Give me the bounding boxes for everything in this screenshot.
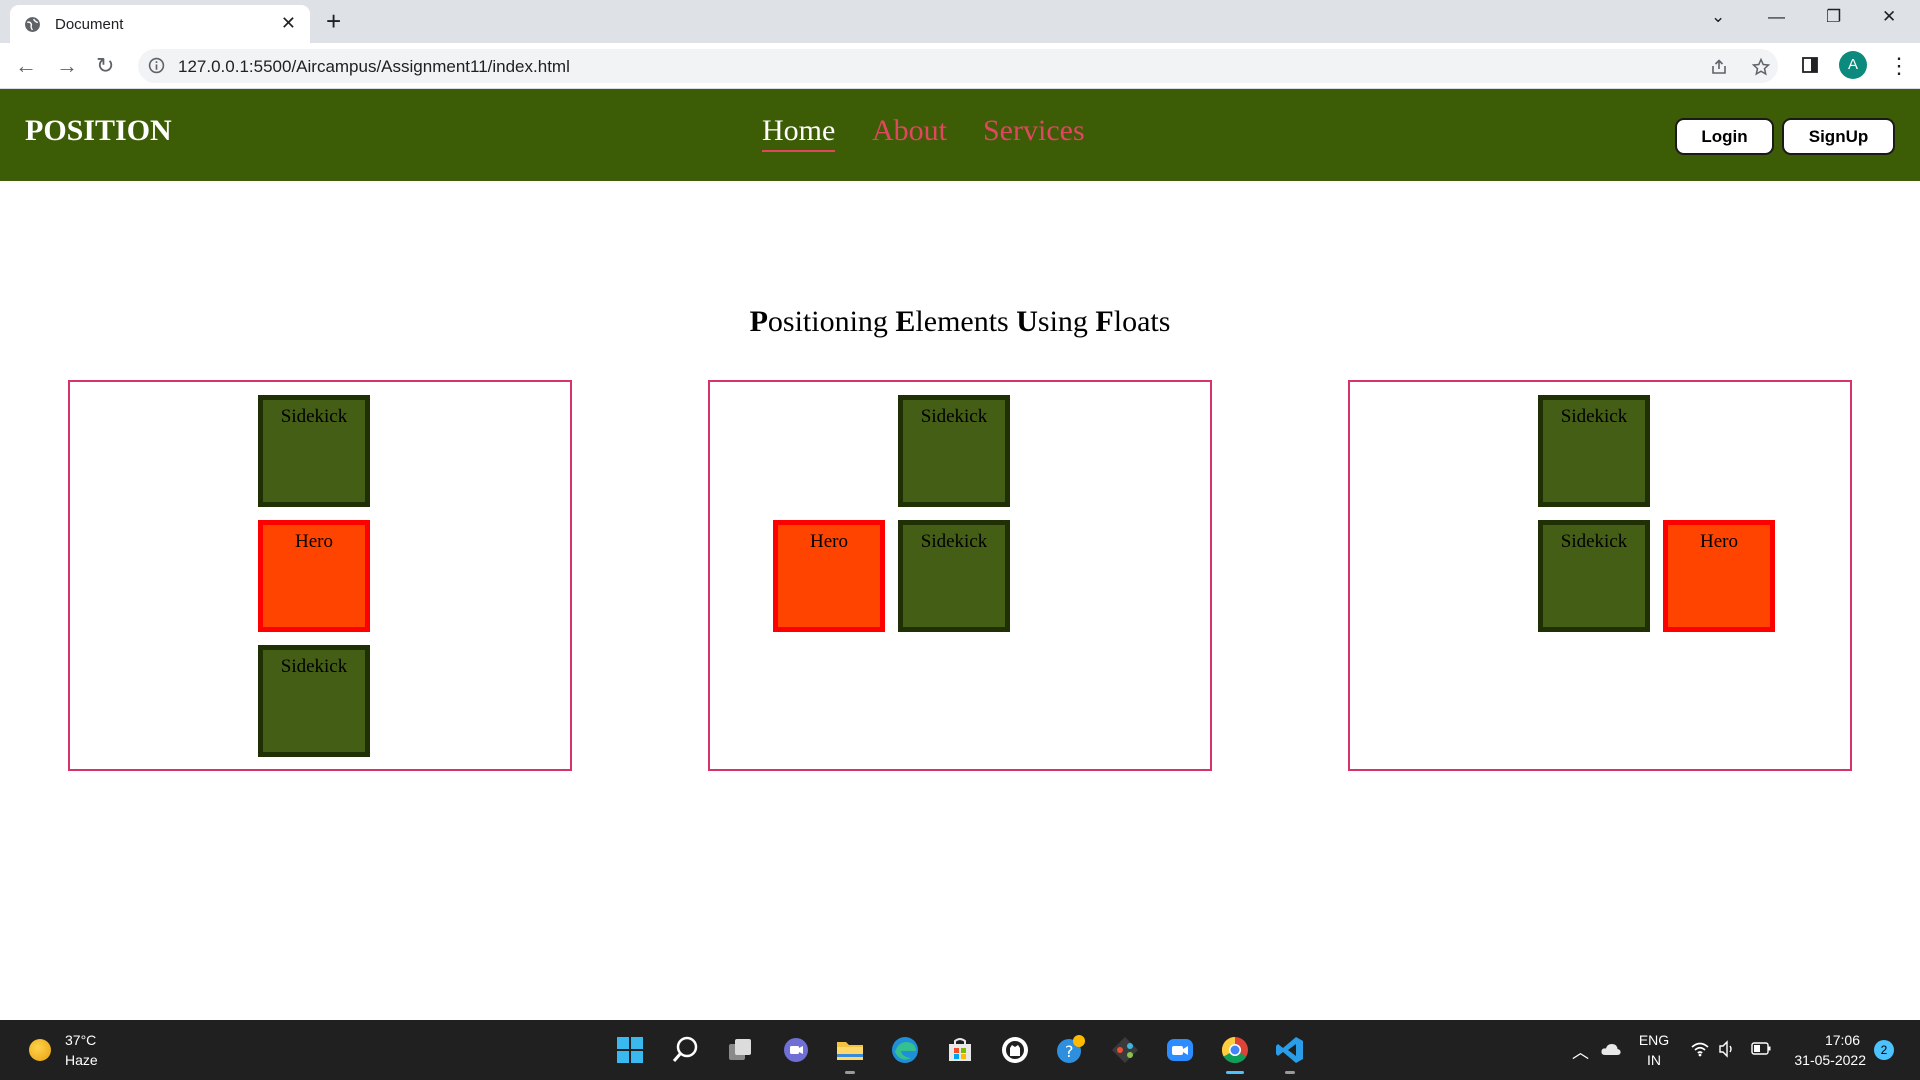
close-window-icon[interactable]: ✕ (1882, 7, 1896, 27)
region-indicator[interactable]: IN (1636, 1052, 1672, 1068)
tab-search-icon[interactable]: ⌄ (1711, 7, 1725, 27)
site-navbar: POSITION Home About Services Login SignU… (0, 89, 1920, 181)
volume-icon[interactable] (1718, 1040, 1736, 1058)
search-icon[interactable] (670, 1034, 702, 1066)
forward-icon[interactable]: → (56, 53, 78, 79)
microsoft-store-icon[interactable] (944, 1034, 976, 1066)
weather-sun-icon[interactable] (29, 1039, 51, 1061)
zoom-icon[interactable] (1164, 1034, 1196, 1066)
page-title: Positioning Elements Using Floats (0, 305, 1920, 339)
signup-button[interactable]: SignUp (1782, 118, 1895, 155)
clock-time[interactable]: 17:06 (1784, 1032, 1860, 1048)
browser-tab-strip: Document ✕ + ⌄ — ❐ ✕ (0, 0, 1920, 43)
url-text[interactable]: 127.0.0.1:5500/Aircampus/Assignment11/in… (178, 57, 570, 77)
github-desktop-icon[interactable] (999, 1034, 1031, 1066)
menu-kebab-icon[interactable]: ⋮ (1888, 53, 1910, 79)
taskbar: 37°C Haze ? ︿ ENG IN 17:06 31-05-2022 2 (0, 1020, 1920, 1080)
minimize-icon[interactable]: — (1768, 7, 1785, 27)
side-panel-icon[interactable] (1801, 56, 1819, 74)
title-fragment: ositioning (767, 305, 896, 338)
language-indicator[interactable]: ENG (1636, 1032, 1672, 1048)
close-tab-icon[interactable]: ✕ (281, 13, 296, 34)
edge-browser-icon[interactable] (889, 1034, 921, 1066)
address-bar-row: ← → ↻ 127.0.0.1:5500/Aircampus/Assignmen… (0, 43, 1920, 89)
chrome-icon[interactable] (1219, 1034, 1251, 1066)
task-view-icon[interactable] (724, 1034, 756, 1066)
sidekick-box: Sidekick (898, 520, 1010, 632)
profile-avatar[interactable]: A (1839, 51, 1867, 79)
nav-link-about[interactable]: About (872, 114, 947, 148)
title-fragment: sing (1037, 305, 1096, 338)
hero-box: Hero (258, 520, 370, 632)
weather-description[interactable]: Haze (65, 1052, 98, 1068)
svg-text:?: ? (1065, 1042, 1074, 1061)
float-demo-1: Sidekick Hero Sidekick (68, 380, 572, 771)
title-fragment: loats (1113, 305, 1171, 338)
bookmark-star-icon[interactable] (1752, 58, 1770, 76)
new-tab-icon[interactable]: + (326, 6, 341, 37)
hero-box: Hero (1663, 520, 1775, 632)
wifi-icon[interactable] (1691, 1041, 1709, 1057)
float-demo-2: Sidekick Hero Sidekick (708, 380, 1212, 771)
onedrive-cloud-icon[interactable] (1600, 1041, 1622, 1057)
title-initial: E (895, 305, 916, 338)
sidekick-box: Sidekick (258, 645, 370, 757)
nav-link-services[interactable]: Services (983, 114, 1085, 148)
title-initial: F (1095, 305, 1114, 338)
sidekick-box: Sidekick (898, 395, 1010, 507)
info-icon[interactable] (148, 57, 165, 74)
vscode-icon[interactable] (1274, 1034, 1306, 1066)
sidekick-box: Sidekick (258, 395, 370, 507)
windows-start-icon[interactable] (614, 1034, 646, 1066)
hero-box: Hero (773, 520, 885, 632)
sidekick-box: Sidekick (1538, 395, 1650, 507)
clock-date[interactable]: 31-05-2022 (1784, 1052, 1866, 1068)
share-icon[interactable] (1710, 58, 1728, 76)
title-fragment: lements (915, 305, 1017, 338)
tab-title: Document (55, 16, 124, 33)
login-button[interactable]: Login (1675, 118, 1774, 155)
running-indicator (1285, 1071, 1295, 1074)
title-initial: P (749, 305, 768, 338)
sidekick-box: Sidekick (1538, 520, 1650, 632)
battery-icon[interactable] (1751, 1042, 1771, 1055)
site-logo: POSITION (25, 114, 172, 147)
notification-badge[interactable]: 2 (1874, 1040, 1894, 1060)
title-initial: U (1016, 305, 1038, 338)
reload-icon[interactable]: ↻ (96, 53, 114, 79)
browser-tab[interactable]: Document ✕ (10, 5, 310, 43)
running-indicator (845, 1071, 855, 1074)
weather-temperature[interactable]: 37°C (65, 1032, 96, 1048)
nav-link-home[interactable]: Home (762, 114, 836, 152)
file-explorer-icon[interactable] (834, 1034, 866, 1066)
show-hidden-icons-icon[interactable]: ︿ (1572, 1038, 1589, 1063)
globe-icon (25, 17, 40, 32)
omnibox[interactable]: 127.0.0.1:5500/Aircampus/Assignment11/in… (138, 49, 1778, 83)
get-help-icon[interactable]: ? (1054, 1034, 1086, 1066)
float-demo-3: Sidekick Sidekick Hero (1348, 380, 1852, 771)
active-app-indicator (1226, 1071, 1244, 1074)
restore-icon[interactable]: ❐ (1826, 7, 1841, 27)
git-tool-icon[interactable] (1109, 1034, 1141, 1066)
teams-chat-icon[interactable] (780, 1034, 812, 1066)
back-icon[interactable]: ← (15, 53, 37, 79)
